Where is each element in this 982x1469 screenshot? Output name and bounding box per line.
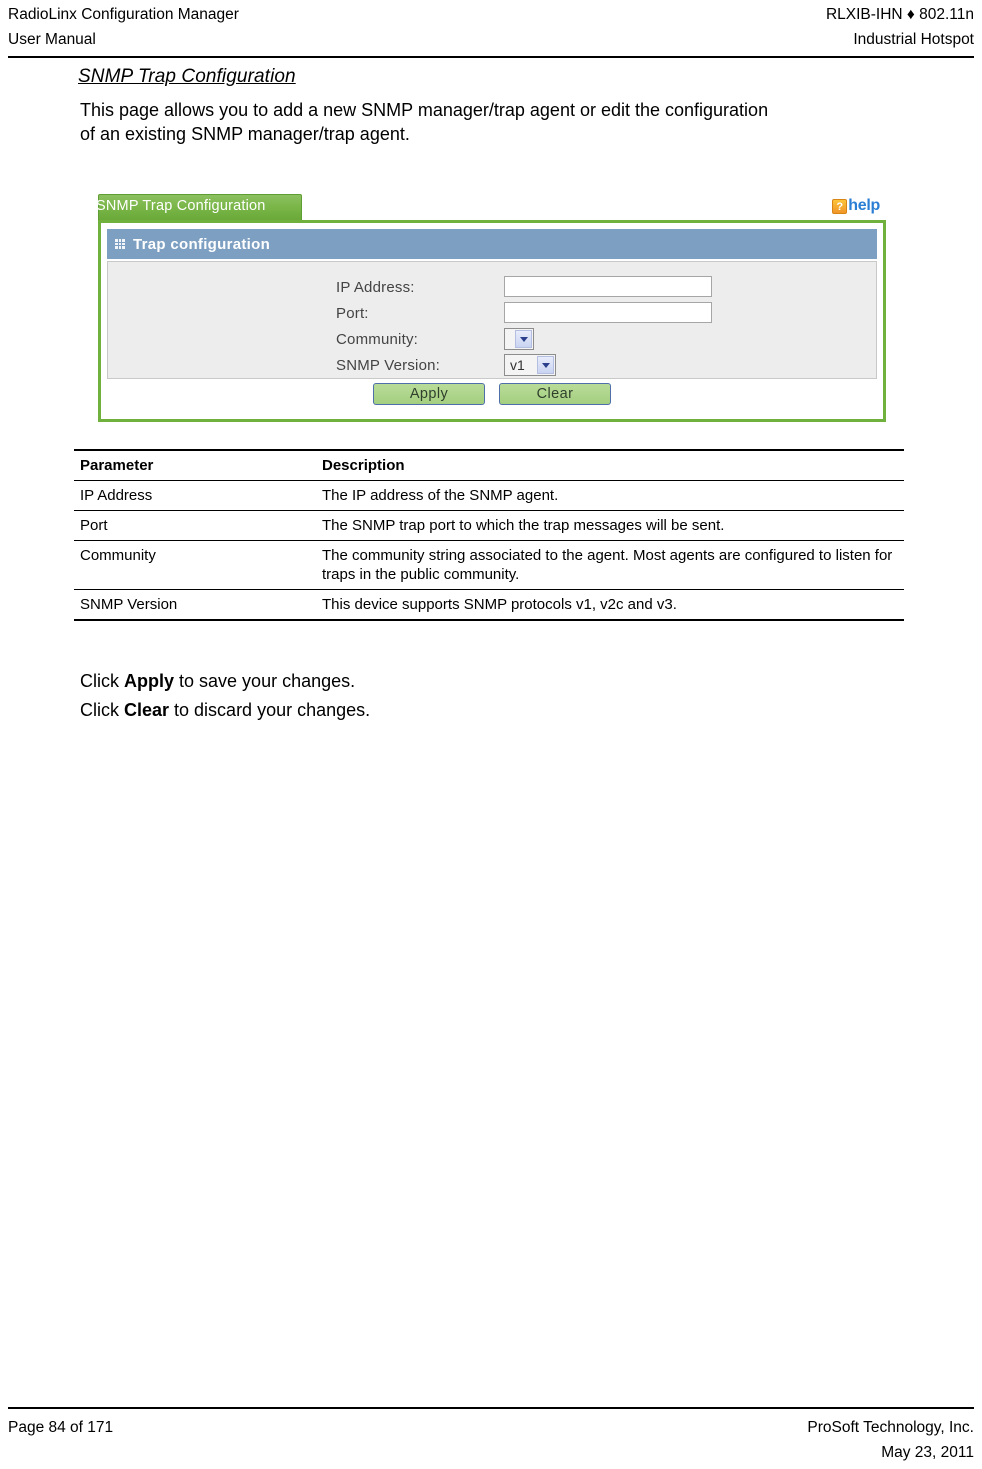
footer-divider (8, 1407, 974, 1409)
footer-right-block: ProSoft Technology, Inc. May 23, 2011 (807, 1415, 974, 1465)
document-date: May 23, 2011 (881, 1444, 974, 1461)
closing-instructions: Click Apply to save your changes. Click … (80, 667, 780, 725)
header-product-name: RadioLinx Configuration Manager (8, 6, 239, 23)
community-select (504, 328, 534, 350)
help-link: ? help (832, 196, 880, 216)
header-model-name: RLXIB-IHN ♦ 802.11n (825, 6, 974, 23)
ip-address-input (504, 276, 712, 297)
page-title: SNMP Trap Configuration (78, 66, 296, 87)
form-row-community: Community: (108, 328, 876, 354)
snmp-version-select-value: v1 (510, 357, 525, 373)
grid-icon (115, 239, 125, 249)
page-header: RadioLinx Configuration Manager User Man… (0, 0, 982, 58)
table-header-row: Parameter Description (74, 449, 904, 481)
chevron-down-icon (515, 330, 532, 348)
trap-configuration-form: IP Address: Port: Community: SNMP Versio… (107, 261, 877, 379)
header-document-type: User Manual (8, 31, 96, 48)
clear-button: Clear (499, 383, 611, 405)
parameter-table: Parameter Description IP Address The IP … (74, 449, 904, 621)
page-content: SNMP Trap Configuration This page allows… (0, 66, 982, 720)
column-header-parameter: Parameter (74, 449, 316, 481)
header-left-block: RadioLinx Configuration Manager User Man… (8, 2, 239, 52)
closing-clear-prefix: Click (80, 700, 124, 720)
intro-paragraph: This page allows you to add a new SNMP m… (80, 100, 769, 144)
parameter-description: This device supports SNMP protocols v1, … (316, 589, 904, 621)
form-row-port: Port: (108, 302, 876, 328)
parameter-name: Community (74, 540, 316, 590)
page-footer: Page 84 of 171 ProSoft Technology, Inc. … (0, 1397, 982, 1469)
snmp-version-label: SNMP Version: (336, 357, 441, 374)
chevron-down-icon (537, 356, 554, 374)
parameter-description: The SNMP trap port to which the trap mes… (316, 510, 904, 541)
header-product-category: Industrial Hotspot (853, 31, 974, 48)
closing-line-clear: Click Clear to discard your changes. (80, 696, 780, 725)
form-row-snmp-version: SNMP Version: v1 (108, 354, 876, 380)
snmp-version-select: v1 (504, 354, 556, 376)
closing-apply-suffix: to save your changes. (174, 671, 356, 691)
header-divider (8, 56, 974, 58)
table-row: SNMP Version This device supports SNMP p… (74, 589, 904, 621)
panel-section-header: Trap configuration (107, 229, 877, 259)
parameter-description: The community string associated to the a… (316, 540, 904, 590)
ip-address-label: IP Address: (336, 279, 415, 296)
parameter-name: IP Address (74, 480, 316, 511)
parameter-description: The IP address of the SNMP agent. (316, 480, 904, 511)
form-action-buttons: Apply Clear (101, 383, 883, 405)
table-row: IP Address The IP address of the SNMP ag… (74, 480, 904, 511)
closing-clear-suffix: to discard your changes. (169, 700, 371, 720)
panel-section-title: Trap configuration (133, 235, 271, 253)
embedded-ui-screenshot: SNMP Trap Configuration ? help Trap conf… (86, 194, 886, 426)
apply-button: Apply (373, 383, 485, 405)
community-label: Community: (336, 331, 419, 348)
screenshot-panel: Trap configuration IP Address: Port: Com… (98, 220, 886, 422)
table-row: Port The SNMP trap port to which the tra… (74, 510, 904, 541)
closing-apply-bold: Apply (124, 671, 175, 691)
closing-apply-prefix: Click (80, 671, 124, 691)
question-mark-icon: ? (832, 198, 848, 214)
parameter-name: Port (74, 510, 316, 541)
table-row: Community The community string associate… (74, 540, 904, 590)
column-header-description: Description (316, 449, 904, 481)
port-label: Port: (336, 305, 369, 322)
screenshot-tab-label: SNMP Trap Configuration (96, 198, 266, 214)
closing-clear-bold: Clear (124, 700, 170, 720)
port-input (504, 302, 712, 323)
closing-line-apply: Click Apply to save your changes. (80, 667, 780, 696)
form-row-ip-address: IP Address: (108, 276, 876, 302)
page-number: Page 84 of 171 (8, 1419, 114, 1436)
help-label: help (848, 197, 880, 214)
parameter-name: SNMP Version (74, 589, 316, 621)
header-right-block: RLXIB-IHN ♦ 802.11n Industrial Hotspot (826, 2, 974, 52)
company-name: ProSoft Technology, Inc. (807, 1419, 974, 1436)
